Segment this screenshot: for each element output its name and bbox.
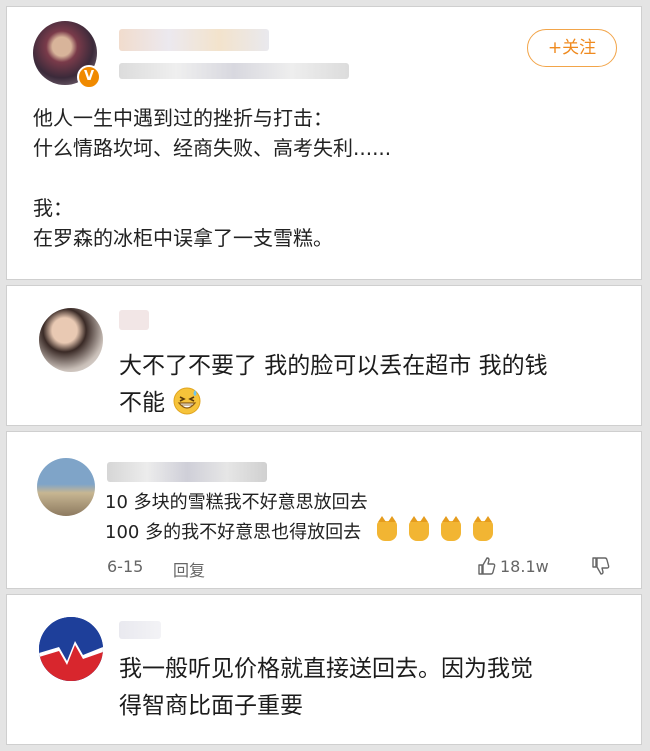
blurred-username xyxy=(119,310,149,330)
like-count: 18.1w xyxy=(500,557,549,576)
post-line xyxy=(33,163,613,193)
cat-emoji-icon xyxy=(408,516,429,541)
commenter-avatar[interactable] xyxy=(39,308,103,372)
follow-button[interactable]: +关注 xyxy=(527,29,617,67)
comment-line: 我一般听见价格就直接送回去。因为我觉 xyxy=(119,656,533,682)
post-line: 在罗森的冰柜中误拿了一支雪糕。 xyxy=(33,226,333,250)
cat-emoji-icon xyxy=(376,516,397,541)
reply-button[interactable]: 回复 xyxy=(173,557,205,581)
logo-icon xyxy=(39,617,103,681)
grinning-sweat-emoji-icon xyxy=(173,387,201,415)
commenter-avatar[interactable] xyxy=(37,458,95,516)
comment-card: 10 多块的雪糕我不好意思放回去 100 多的我不好意思也得放回去 6-15 回… xyxy=(6,431,642,589)
blurred-username xyxy=(119,621,161,639)
comment-date: 6-15 xyxy=(107,557,144,576)
commenter-avatar[interactable] xyxy=(39,617,103,681)
post-line: 什么情路坎坷、经商失败、高考失利...... xyxy=(33,136,392,160)
like-button[interactable]: 18.1w xyxy=(477,556,549,576)
thumbs-up-icon xyxy=(478,557,496,575)
post-card: V +关注 他人一生中遇到过的挫折与打击： 什么情路坎坷、经商失败、高考失利..… xyxy=(6,6,642,280)
emoji-row xyxy=(376,516,505,548)
blurred-username xyxy=(119,29,269,51)
comment-line: 100 多的我不好意思也得放回去 xyxy=(105,522,362,543)
comment-card: 大不了不要了 我的脸可以丢在超市 我的钱 不能 xyxy=(6,285,642,426)
thumbs-down-icon xyxy=(592,557,610,575)
comment-line: 得智商比面子重要 xyxy=(119,693,303,719)
comment-text: 我一般听见价格就直接送回去。因为我觉 得智商比面子重要 xyxy=(119,651,619,725)
cat-emoji-icon xyxy=(472,516,493,541)
comment-text: 大不了不要了 我的脸可以丢在超市 我的钱 不能 xyxy=(119,348,619,422)
post-line: 我： xyxy=(33,196,73,220)
post-line: 他人一生中遇到过的挫折与打击： xyxy=(33,106,333,130)
verified-badge-icon: V xyxy=(77,65,101,89)
cat-emoji-icon xyxy=(440,516,461,541)
dislike-button[interactable] xyxy=(591,556,611,580)
blurred-username xyxy=(107,462,267,482)
blurred-timestamp xyxy=(119,63,349,79)
post-text: 他人一生中遇到过的挫折与打击： 什么情路坎坷、经商失败、高考失利...... 我… xyxy=(33,103,613,253)
comment-card: 我一般听见价格就直接送回去。因为我觉 得智商比面子重要 xyxy=(6,594,642,745)
comment-line: 不能 xyxy=(119,390,165,416)
comment-line: 10 多块的雪糕我不好意思放回去 xyxy=(105,492,368,513)
comment-text: 10 多块的雪糕我不好意思放回去 100 多的我不好意思也得放回去 xyxy=(105,488,605,548)
comment-line: 大不了不要了 我的脸可以丢在超市 我的钱 xyxy=(119,353,548,379)
